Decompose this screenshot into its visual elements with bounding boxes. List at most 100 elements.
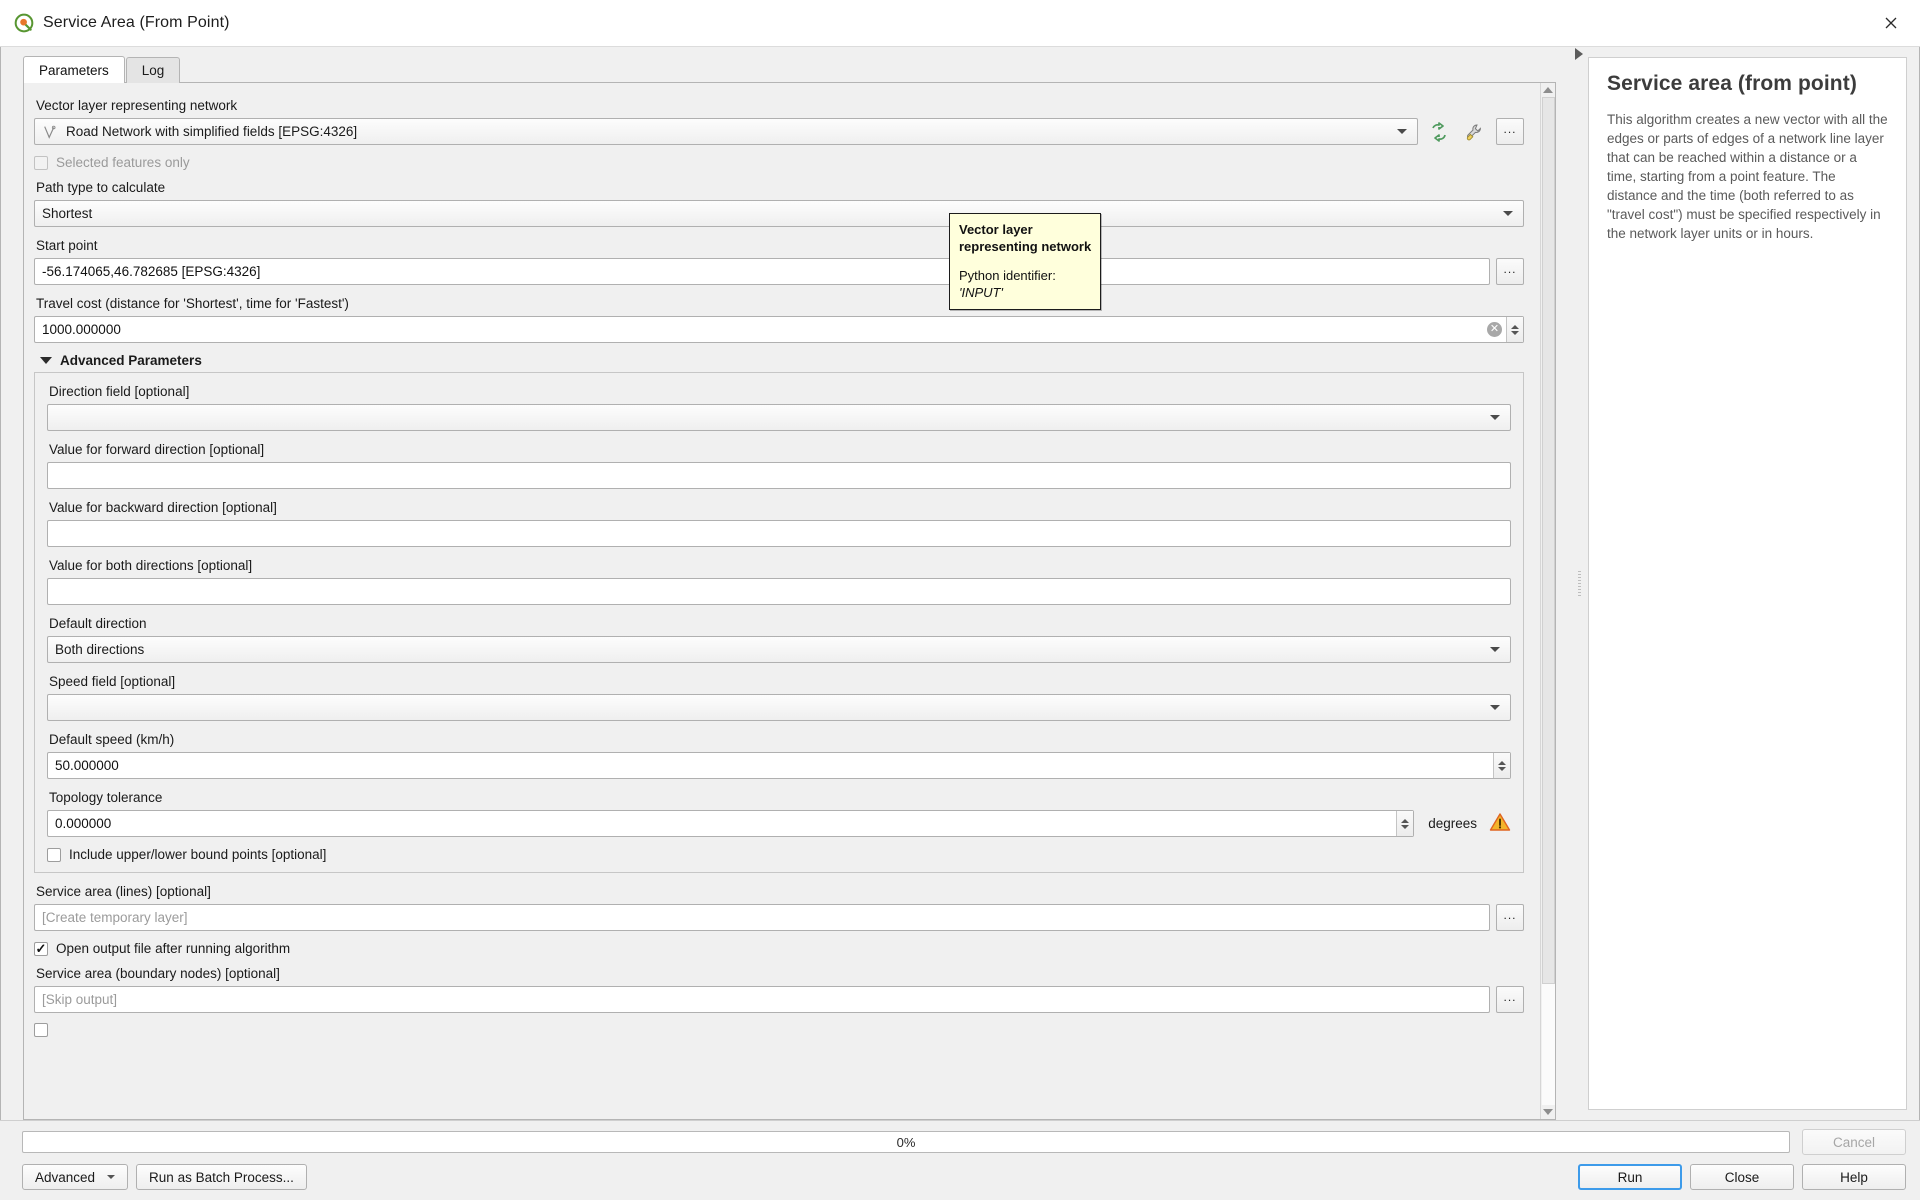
advanced-parameters-title: Advanced Parameters [60, 353, 202, 368]
service-area-lines-browse-button[interactable]: ... [1496, 904, 1524, 931]
service-area-nodes-placeholder: [Skip output] [42, 992, 118, 1007]
backward-value-input[interactable] [47, 520, 1511, 547]
default-speed-row: Default speed (km/h) 50.000000 [47, 731, 1511, 779]
service-area-lines-placeholder: [Create temporary layer] [42, 910, 188, 925]
travel-cost-row: Travel cost (distance for 'Shortest', ti… [34, 295, 1524, 343]
speed-field-row: Speed field [optional] [47, 673, 1511, 721]
parameters-scrollbar[interactable] [1540, 83, 1555, 1119]
travel-cost-stepper[interactable] [1506, 317, 1523, 342]
stepper-down-icon [1511, 330, 1519, 335]
include-bounds-checkbox[interactable] [47, 847, 61, 862]
speed-field-combo[interactable] [47, 694, 1511, 721]
tooltip-identifier: Python identifier: 'INPUT' [959, 267, 1092, 301]
service-area-lines-input[interactable]: [Create temporary layer] [34, 904, 1490, 931]
selected-features-only-label: Selected features only [56, 155, 190, 170]
panel-splitter[interactable] [1570, 47, 1588, 1120]
selected-features-only-checkbox[interactable] [34, 155, 48, 170]
tooltip-identifier-prefix: Python identifier: [959, 268, 1056, 283]
open-output-label: Open output file after running algorithm [56, 941, 291, 956]
help-button[interactable]: Help [1802, 1164, 1906, 1190]
start-point-value: -56.174065,46.782685 [EPSG:4326] [42, 264, 261, 279]
advanced-button[interactable]: Advanced [22, 1164, 129, 1190]
window-title: Service Area (From Point) [43, 14, 230, 31]
scrollbar-track[interactable] [1541, 97, 1555, 1105]
input-layer-combo[interactable]: Road Network with simplified fields [EPS… [34, 118, 1418, 145]
start-point-input[interactable]: -56.174065,46.782685 [EPSG:4326] [34, 258, 1490, 285]
direction-field-label: Direction field [optional] [49, 384, 190, 399]
open-output-checkbox[interactable]: ✓ [34, 941, 48, 956]
forward-value-row: Value for forward direction [optional] [47, 441, 1511, 489]
default-speed-stepper[interactable] [1493, 753, 1510, 778]
forward-value-input[interactable] [47, 462, 1511, 489]
close-button[interactable]: Close [1690, 1164, 1794, 1190]
travel-cost-input[interactable]: 1000.000000 ✕ [34, 316, 1524, 343]
advanced-parameters-toggle[interactable]: Advanced Parameters [40, 353, 1524, 368]
trailing-checkbox-row[interactable] [34, 1023, 1524, 1037]
progress-bar: 0% [22, 1131, 1790, 1153]
speed-field-label: Speed field [optional] [49, 674, 176, 689]
default-direction-combo[interactable]: Both directions [47, 636, 1511, 663]
service-area-nodes-controls: [Skip output] ... [34, 986, 1524, 1013]
trailing-checkbox[interactable] [34, 1023, 48, 1037]
topology-tolerance-stepper[interactable] [1396, 811, 1414, 836]
input-layer-browse-button[interactable]: ... [1496, 118, 1524, 145]
topology-tolerance-value: 0.000000 [55, 816, 112, 831]
parameters-form: Vector layer representing network Road N… [24, 83, 1540, 1119]
input-layer-controls: Road Network with simplified fields [EPS… [34, 118, 1524, 145]
close-icon[interactable] [1868, 1, 1914, 45]
stepper-up-icon [1401, 818, 1410, 823]
parameters-scroll-area: Vector layer representing network Road N… [23, 82, 1556, 1120]
default-speed-value: 50.000000 [55, 758, 119, 773]
tooltip-identifier-value: 'INPUT' [959, 285, 1003, 300]
collapse-panel-icon[interactable] [1575, 48, 1583, 60]
selected-features-only-row[interactable]: Selected features only [34, 155, 1524, 170]
scroll-down-icon[interactable] [1543, 1109, 1553, 1115]
service-area-nodes-input[interactable]: [Skip output] [34, 986, 1490, 1013]
help-body: This algorithm creates a new vector with… [1607, 112, 1888, 241]
stepper-down-icon [1498, 766, 1506, 771]
check-icon: ✓ [35, 941, 47, 956]
default-direction-value: Both directions [55, 642, 145, 657]
path-type-row: Path type to calculate Shortest [34, 179, 1524, 227]
topology-tolerance-input[interactable]: 0.000000 [47, 810, 1415, 837]
help-title: Service area (from point) [1607, 72, 1857, 95]
service-area-lines-row: Service area (lines) [optional] [Create … [34, 883, 1524, 931]
wrench-icon[interactable] [1460, 118, 1490, 145]
scrollbar-thumb[interactable] [1541, 97, 1555, 985]
footer-left-buttons: Advanced Run as Batch Process... [22, 1164, 307, 1190]
progress-row: 0% Cancel [22, 1129, 1906, 1155]
run-as-batch-button[interactable]: Run as Batch Process... [136, 1164, 307, 1190]
dialog-footer: 0% Cancel Advanced Run as Batch Process.… [0, 1120, 1920, 1200]
cancel-button[interactable]: Cancel [1802, 1129, 1906, 1155]
default-speed-label: Default speed (km/h) [49, 732, 175, 747]
clear-icon[interactable]: ✕ [1487, 322, 1502, 337]
advanced-button-label: Advanced [35, 1169, 96, 1185]
include-bounds-row[interactable]: Include upper/lower bound points [option… [47, 847, 1511, 862]
both-value-input[interactable] [47, 578, 1511, 605]
default-speed-input[interactable]: 50.000000 [47, 752, 1511, 779]
service-area-lines-controls: [Create temporary layer] ... [34, 904, 1524, 931]
direction-field-row: Direction field [optional] [47, 383, 1511, 431]
scroll-up-icon[interactable] [1543, 87, 1553, 93]
splitter-grip[interactable] [1577, 570, 1581, 597]
default-direction-label: Default direction [49, 616, 147, 631]
tab-log[interactable]: Log [125, 57, 181, 83]
start-point-label: Start point [36, 238, 98, 253]
start-point-row: Start point -56.174065,46.782685 [EPSG:4… [34, 237, 1524, 285]
tab-parameters[interactable]: Parameters [23, 56, 125, 83]
iterate-icon[interactable] [1424, 118, 1454, 145]
start-point-browse-button[interactable]: ... [1496, 258, 1524, 285]
direction-field-combo[interactable] [47, 404, 1511, 431]
algorithm-help-pane: Service area (from point) This algorithm… [1588, 57, 1907, 1110]
open-output-row[interactable]: ✓ Open output file after running algorit… [34, 941, 1524, 956]
path-type-combo[interactable]: Shortest [34, 200, 1524, 227]
run-button[interactable]: Run [1578, 1164, 1682, 1190]
start-point-controls: -56.174065,46.782685 [EPSG:4326] ... [34, 258, 1524, 285]
backward-value-label: Value for backward direction [optional] [49, 500, 277, 515]
advanced-parameters-group: Direction field [optional] Value for for… [34, 372, 1524, 873]
qgis-logo-icon [14, 13, 34, 33]
input-layer-row: Vector layer representing network Road N… [34, 97, 1524, 145]
chevron-down-icon [1503, 211, 1513, 216]
chevron-down-icon [1490, 705, 1500, 710]
service-area-nodes-browse-button[interactable]: ... [1496, 986, 1524, 1013]
